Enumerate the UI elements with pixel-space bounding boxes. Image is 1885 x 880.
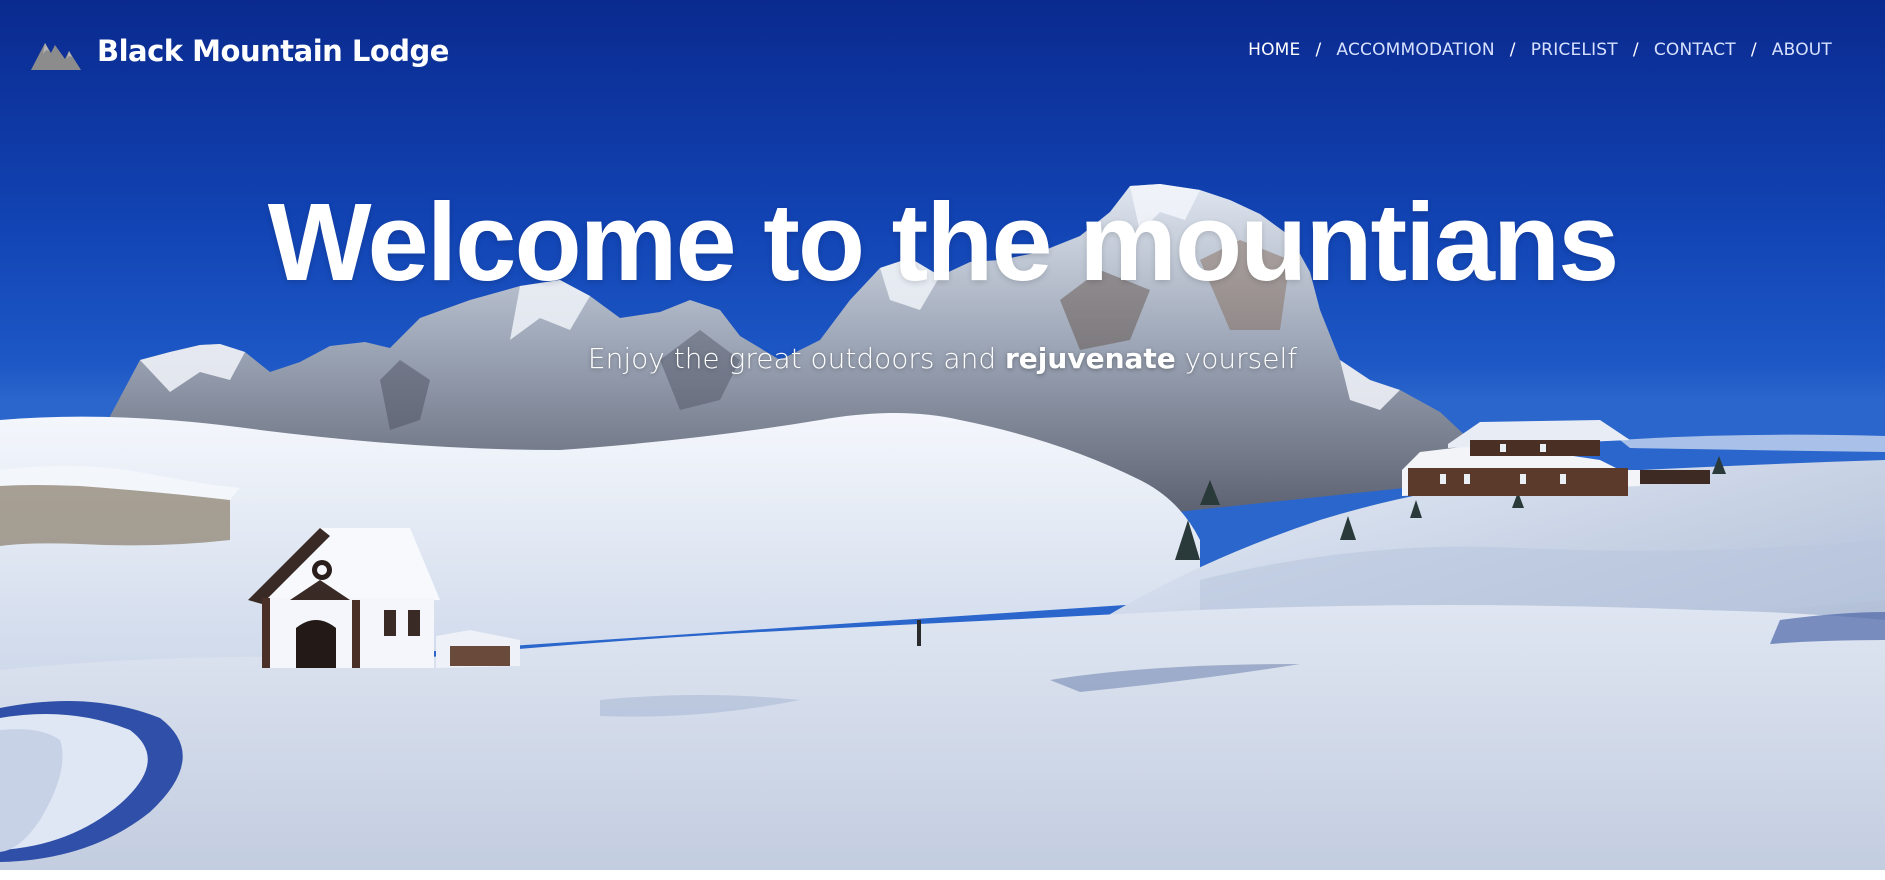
- hero-background-image: [0, 184, 1885, 870]
- hero-title: Welcome to the mountians: [267, 181, 1620, 304]
- nav-item-contact[interactable]: CONTACT: [1654, 40, 1736, 60]
- nav-separator: /: [1315, 40, 1322, 60]
- hero-section: Black Mountain Lodge HOME / ACCOMMODATIO…: [0, 0, 1885, 870]
- hero-subtitle-emphasis: rejuvenate: [1005, 342, 1176, 375]
- hero-subtitle-text-end: yourself: [1175, 342, 1298, 375]
- nav-separator: /: [1509, 40, 1516, 60]
- nav-separator: /: [1750, 40, 1757, 60]
- nav-separator: /: [1632, 40, 1639, 60]
- site-header: Black Mountain Lodge HOME / ACCOMMODATIO…: [0, 0, 1885, 104]
- nav-item-about[interactable]: ABOUT: [1772, 40, 1832, 60]
- main-nav: HOME / ACCOMMODATION / PRICELIST / CONTA…: [1248, 40, 1832, 60]
- hero-subtitle: Enjoy the great outdoors and rejuvenate …: [0, 342, 1885, 375]
- hero-subtitle-text: Enjoy the great outdoors and: [587, 342, 1005, 375]
- nav-item-accommodation[interactable]: ACCOMMODATION: [1336, 40, 1494, 60]
- nav-item-home[interactable]: HOME: [1248, 40, 1300, 60]
- brand-name: Black Mountain Lodge: [97, 34, 449, 68]
- mountain-logo-icon: [31, 43, 81, 70]
- nav-item-pricelist[interactable]: PRICELIST: [1531, 40, 1618, 60]
- brand-link[interactable]: Black Mountain Lodge: [31, 30, 449, 72]
